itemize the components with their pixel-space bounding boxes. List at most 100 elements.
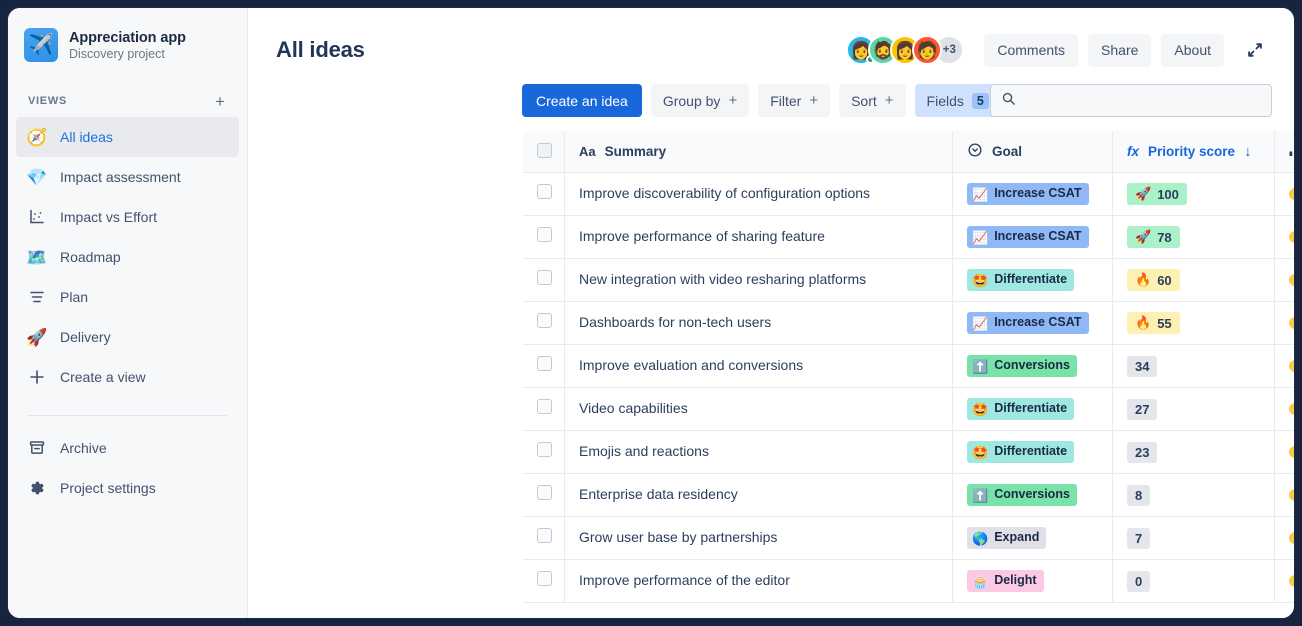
cell-priority-score[interactable]: 8 <box>1113 474 1275 517</box>
rating-dot-filled[interactable] <box>1289 446 1294 458</box>
sidebar-item-delivery[interactable]: 🚀 Delivery <box>16 317 239 357</box>
row-select-cell[interactable] <box>523 431 565 474</box>
cell-goal[interactable]: 🤩Differentiate <box>953 431 1113 474</box>
create-an-idea-button[interactable]: Create an idea <box>522 84 642 117</box>
table-row[interactable]: Improve discoverability of configuration… <box>523 173 1295 216</box>
row-checkbox[interactable] <box>537 528 552 543</box>
rating-dot-filled[interactable] <box>1289 575 1294 587</box>
cell-priority-score[interactable]: 🚀100 <box>1113 173 1275 216</box>
rating-dot-filled[interactable] <box>1289 188 1294 200</box>
cell-strategic-value[interactable] <box>1275 431 1295 474</box>
cell-strategic-value[interactable] <box>1275 173 1295 216</box>
cell-summary[interactable]: New integration with video resharing pla… <box>565 259 953 302</box>
add-view-icon[interactable]: + <box>211 92 229 110</box>
table-row[interactable]: Video capabilities🤩Differentiate27300 <box>523 388 1295 431</box>
column-header-select-all[interactable] <box>523 131 565 173</box>
cell-priority-score[interactable]: 34 <box>1113 345 1275 388</box>
rating-dot-filled[interactable] <box>1289 317 1294 329</box>
cell-strategic-value[interactable] <box>1275 560 1295 603</box>
comments-button[interactable]: Comments <box>984 34 1078 67</box>
cell-summary[interactable]: Emojis and reactions <box>565 431 953 474</box>
row-select-cell[interactable] <box>523 560 565 603</box>
sidebar-item-impact-assessment[interactable]: 💎 Impact assessment <box>16 157 239 197</box>
table-row[interactable]: Improve evaluation and conversions⬆️Conv… <box>523 345 1295 388</box>
row-checkbox[interactable] <box>537 442 552 457</box>
cell-priority-score[interactable]: 🔥55 <box>1113 302 1275 345</box>
cell-goal[interactable]: ⬆️Conversions <box>953 345 1113 388</box>
cell-strategic-value[interactable] <box>1275 302 1295 345</box>
row-select-cell[interactable] <box>523 173 565 216</box>
expand-icon[interactable] <box>1238 33 1272 67</box>
rating-dot-filled[interactable] <box>1289 489 1294 501</box>
cell-strategic-value[interactable] <box>1275 345 1295 388</box>
search-box[interactable] <box>990 84 1272 117</box>
cell-priority-score[interactable]: 0 <box>1113 560 1275 603</box>
cell-strategic-value[interactable] <box>1275 259 1295 302</box>
strategic-value-rating[interactable] <box>1289 532 1294 544</box>
rating-dot-filled[interactable] <box>1289 403 1294 415</box>
sort-button[interactable]: Sort + <box>839 84 905 117</box>
strategic-value-rating[interactable] <box>1289 317 1294 329</box>
cell-goal[interactable]: 🧁Delight <box>953 560 1113 603</box>
table-row[interactable]: New integration with video resharing pla… <box>523 259 1295 302</box>
cell-strategic-value[interactable] <box>1275 474 1295 517</box>
collaborator-avatars[interactable]: 👩 🧔 👩 🧑 +3 <box>846 35 964 65</box>
column-header-summary[interactable]: Aa Summary <box>565 131 953 173</box>
table-row[interactable]: Dashboards for non-tech users📈Increase C… <box>523 302 1295 345</box>
cell-goal[interactable]: 📈Increase CSAT <box>953 302 1113 345</box>
about-button[interactable]: About <box>1161 34 1224 67</box>
cell-summary[interactable]: Improve performance of sharing feature <box>565 216 953 259</box>
select-all-checkbox[interactable] <box>537 143 552 158</box>
cell-summary[interactable]: Improve evaluation and conversions <box>565 345 953 388</box>
column-header-strategic-value[interactable]: Strategic value <box>1275 131 1295 173</box>
row-checkbox[interactable] <box>537 571 552 586</box>
row-checkbox[interactable] <box>537 399 552 414</box>
rating-dot-filled[interactable] <box>1289 274 1294 286</box>
table-row[interactable]: Improve performance of the editor🧁Deligh… <box>523 560 1295 603</box>
row-checkbox[interactable] <box>537 356 552 371</box>
cell-goal[interactable]: 🌎Expand <box>953 517 1113 560</box>
cell-goal[interactable]: 🤩Differentiate <box>953 259 1113 302</box>
sidebar-item-all-ideas[interactable]: 🧭 All ideas <box>16 117 239 157</box>
project-brand[interactable]: ✈️ Appreciation app Discovery project <box>8 24 247 62</box>
sidebar-item-project-settings[interactable]: Project settings <box>16 468 239 508</box>
cell-priority-score[interactable]: 🚀78 <box>1113 216 1275 259</box>
cell-goal[interactable]: 📈Increase CSAT <box>953 216 1113 259</box>
strategic-value-rating[interactable] <box>1289 575 1294 587</box>
row-select-cell[interactable] <box>523 259 565 302</box>
row-select-cell[interactable] <box>523 345 565 388</box>
row-checkbox[interactable] <box>537 270 552 285</box>
sidebar-item-impact-vs-effort[interactable]: Impact vs Effort <box>16 197 239 237</box>
cell-summary[interactable]: Dashboards for non-tech users <box>565 302 953 345</box>
cell-summary[interactable]: Improve performance of the editor <box>565 560 953 603</box>
cell-goal[interactable]: 📈Increase CSAT <box>953 173 1113 216</box>
strategic-value-rating[interactable] <box>1289 489 1294 501</box>
row-checkbox[interactable] <box>537 227 552 242</box>
sort-desc-arrow-icon[interactable]: ↓ <box>1244 143 1252 160</box>
cell-summary[interactable]: Enterprise data residency <box>565 474 953 517</box>
cell-strategic-value[interactable] <box>1275 388 1295 431</box>
fields-button[interactable]: Fields 5 <box>915 84 1001 117</box>
row-checkbox[interactable] <box>537 485 552 500</box>
strategic-value-rating[interactable] <box>1289 274 1294 286</box>
cell-priority-score[interactable]: 🔥60 <box>1113 259 1275 302</box>
cell-goal[interactable]: 🤩Differentiate <box>953 388 1113 431</box>
column-header-goal[interactable]: Goal <box>953 131 1113 173</box>
row-select-cell[interactable] <box>523 302 565 345</box>
cell-priority-score[interactable]: 23 <box>1113 431 1275 474</box>
rating-dot-filled[interactable] <box>1289 360 1294 372</box>
cell-goal[interactable]: ⬆️Conversions <box>953 474 1113 517</box>
filter-button[interactable]: Filter + <box>758 84 830 117</box>
sidebar-item-roadmap[interactable]: 🗺️ Roadmap <box>16 237 239 277</box>
table-row[interactable]: Grow user base by partnerships🌎Expand773 <box>523 517 1295 560</box>
rating-dot-filled[interactable] <box>1289 231 1294 243</box>
row-select-cell[interactable] <box>523 388 565 431</box>
table-row[interactable]: Emojis and reactions🤩Differentiate23100 <box>523 431 1295 474</box>
cell-summary[interactable]: Video capabilities <box>565 388 953 431</box>
row-select-cell[interactable] <box>523 474 565 517</box>
row-checkbox[interactable] <box>537 184 552 199</box>
row-select-cell[interactable] <box>523 216 565 259</box>
strategic-value-rating[interactable] <box>1289 360 1294 372</box>
sidebar-item-create-a-view[interactable]: Create a view <box>16 357 239 397</box>
cell-strategic-value[interactable] <box>1275 517 1295 560</box>
